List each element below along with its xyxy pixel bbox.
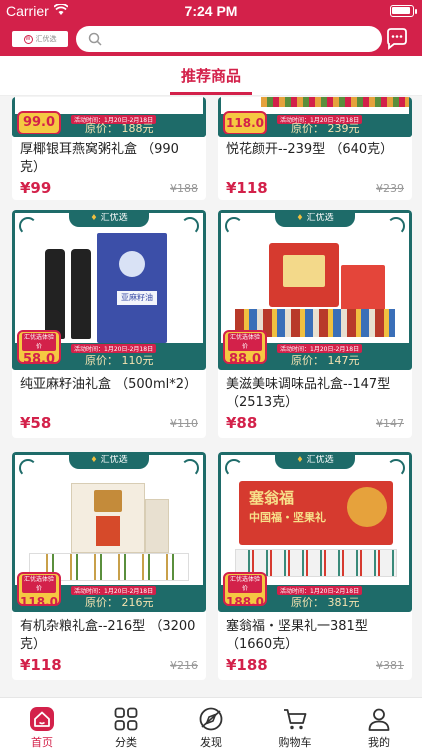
battery-icon bbox=[390, 5, 414, 17]
product-old-price: ¥110 bbox=[170, 417, 198, 430]
product-name: 美滋美味调味品礼盒--147型 （2513克） bbox=[226, 377, 391, 410]
tab-home[interactable]: 首页 bbox=[12, 706, 72, 750]
gift-box bbox=[71, 483, 145, 553]
tab-discover[interactable]: 发现 bbox=[181, 706, 241, 750]
tab-label: 发现 bbox=[200, 736, 222, 749]
gift-box bbox=[269, 243, 339, 307]
tab-label: 分类 bbox=[115, 736, 137, 749]
product-price: ¥118 bbox=[226, 179, 268, 197]
top-header: W 汇优选 bbox=[0, 22, 422, 56]
product-old-price: ¥381 bbox=[376, 659, 404, 672]
product-image: 汇优选 塞翁福 中国福・坚果礼 活动时间：1月20日-2月18日 原价： 381… bbox=[218, 452, 412, 612]
strip-original-price: 原价： 110元 bbox=[85, 354, 154, 367]
product-price: ¥188 bbox=[226, 656, 268, 674]
product-name: 纯亚麻籽油礼盒 （500ml*2） bbox=[20, 377, 197, 392]
product-name: 厚椰银耳燕窝粥礼盒 （990克） bbox=[20, 142, 179, 175]
bottom-tab-bar: 首页 分类 发现 购物车 我的 bbox=[0, 697, 422, 750]
cart-icon bbox=[284, 709, 307, 730]
message-icon[interactable] bbox=[384, 26, 410, 52]
strip-original-price: 原价： 188元 bbox=[85, 122, 154, 135]
tab-cart[interactable]: 购物车 bbox=[265, 706, 325, 750]
product-image: 活动时间：1月20日-2月18日 原价： 239元 118.0 bbox=[218, 97, 412, 137]
tab-category[interactable]: 分类 bbox=[96, 706, 156, 750]
product-image: 汇优选 亚麻籽油 活动时间：1月20日-2月18日 原价： 110元 汇优选体验… bbox=[12, 210, 206, 370]
price-badge: 99.0 bbox=[17, 111, 61, 134]
search-input[interactable] bbox=[76, 26, 382, 52]
product-old-price: ¥147 bbox=[376, 417, 404, 430]
price-badge: 汇优选体验价 88.0 bbox=[223, 330, 267, 367]
strip-original-price: 原价： 381元 bbox=[291, 596, 360, 609]
tab-label: 购物车 bbox=[278, 736, 312, 749]
strip-original-price: 原价： 216元 bbox=[85, 596, 154, 609]
product-card[interactable]: 活动时间：1月20日-2月18日 原价： 188元 99.0 厚椰银耳燕窝粥礼盒… bbox=[12, 97, 206, 200]
product-price: ¥99 bbox=[20, 179, 52, 197]
strip-original-price: 原价： 147元 bbox=[291, 354, 360, 367]
product-name: 有机杂粮礼盒--216型 （3200克） bbox=[20, 619, 196, 652]
product-name: 悦花颜开--239型 （640克） bbox=[226, 142, 394, 157]
product-card[interactable]: 汇优选 活动时间：1月20日-2月18日 原价： 216元 汇优选体验价 118… bbox=[12, 452, 206, 680]
tab-label: 我的 bbox=[368, 736, 390, 749]
tab-profile[interactable]: 我的 bbox=[349, 706, 409, 750]
product-price: ¥58 bbox=[20, 414, 52, 432]
price-badge: 汇优选体验价 58.0 bbox=[17, 330, 61, 367]
gift-box: 塞翁福 中国福・坚果礼 bbox=[239, 481, 393, 545]
product-old-price: ¥216 bbox=[170, 659, 198, 672]
oil-bottle bbox=[71, 249, 91, 339]
category-icon bbox=[114, 707, 138, 731]
product-old-price: ¥239 bbox=[376, 182, 404, 195]
product-card[interactable]: 汇优选 塞翁福 中国福・坚果礼 活动时间：1月20日-2月18日 原价： 381… bbox=[218, 452, 412, 680]
profile-icon bbox=[368, 708, 390, 731]
product-card[interactable]: 汇优选 亚麻籽油 活动时间：1月20日-2月18日 原价： 110元 汇优选体验… bbox=[12, 210, 206, 438]
price-badge: 汇优选体验价 188.0 bbox=[223, 572, 267, 609]
logo-text: 汇优选 bbox=[35, 35, 57, 43]
strip-original-price: 原价： 239元 bbox=[291, 122, 360, 135]
tab-label: 首页 bbox=[31, 736, 53, 749]
oil-bottle bbox=[45, 249, 65, 339]
clock: 7:24 PM bbox=[184, 3, 238, 19]
product-price: ¥88 bbox=[226, 414, 258, 432]
gift-box: 亚麻籽油 bbox=[97, 233, 167, 343]
product-image: 汇优选 活动时间：1月20日-2月18日 原价： 147元 汇优选体验价 88.… bbox=[218, 210, 412, 370]
product-grid[interactable]: 活动时间：1月20日-2月18日 原价： 188元 99.0 厚椰银耳燕窝粥礼盒… bbox=[0, 97, 422, 697]
price-badge: 118.0 bbox=[223, 111, 267, 134]
discover-icon bbox=[199, 707, 223, 731]
product-card[interactable]: 活动时间：1月20日-2月18日 原价： 239元 118.0 悦花颜开--23… bbox=[218, 97, 412, 200]
product-image: 活动时间：1月20日-2月18日 原价： 188元 99.0 bbox=[12, 97, 206, 137]
product-old-price: ¥188 bbox=[170, 182, 198, 195]
product-price: ¥118 bbox=[20, 656, 62, 674]
home-icon bbox=[30, 707, 54, 731]
product-card[interactable]: 汇优选 活动时间：1月20日-2月18日 原价： 147元 汇优选体验价 88.… bbox=[218, 210, 412, 438]
logo-mark-icon: W bbox=[23, 34, 33, 44]
price-badge: 汇优选体验价 118.0 bbox=[17, 572, 61, 609]
product-image: 汇优选 活动时间：1月20日-2月18日 原价： 216元 汇优选体验价 118… bbox=[12, 452, 206, 612]
tab-recommended[interactable]: 推荐商品 bbox=[0, 65, 422, 86]
brand-logo[interactable]: W 汇优选 bbox=[12, 31, 68, 47]
category-tabs: 推荐商品 bbox=[0, 56, 422, 96]
search-icon bbox=[88, 32, 102, 46]
product-name: 塞翁福・坚果礼一381型 （1660克） bbox=[226, 619, 368, 652]
status-bar: Carrier 7:24 PM bbox=[0, 0, 422, 22]
tab-indicator bbox=[170, 92, 252, 95]
